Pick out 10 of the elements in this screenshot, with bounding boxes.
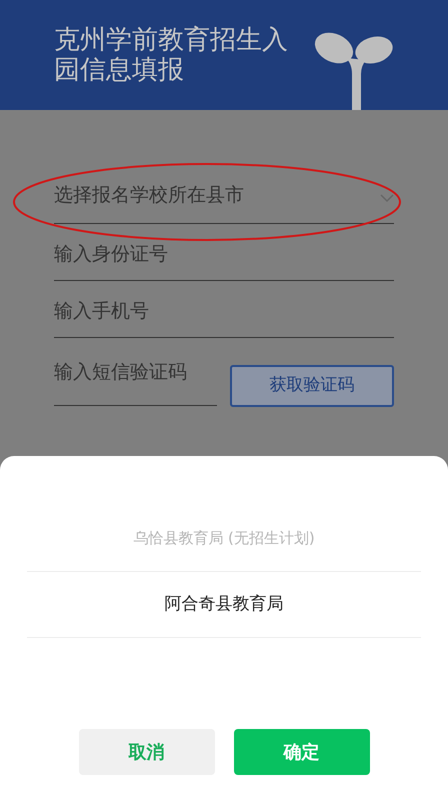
input-field[interactable]: 输入手机号 [54,281,394,338]
picker-option[interactable]: 阿合奇县教育局 [27,572,421,638]
code-field[interactable]: 输入短信验证码 [54,338,217,406]
input-field[interactable]: 输入身份证号 [54,224,394,281]
chevron-down-icon [380,194,394,203]
get-code-button[interactable]: 获取验证码 [230,365,394,407]
picker-option[interactable]: 乌恰县教育局 (无招生计划) [27,506,421,572]
page-title: 克州学前教育招生入园信息填报 [54,25,289,85]
cancel-button[interactable]: 取消 [78,729,214,775]
confirm-button[interactable]: 确定 [234,729,370,775]
